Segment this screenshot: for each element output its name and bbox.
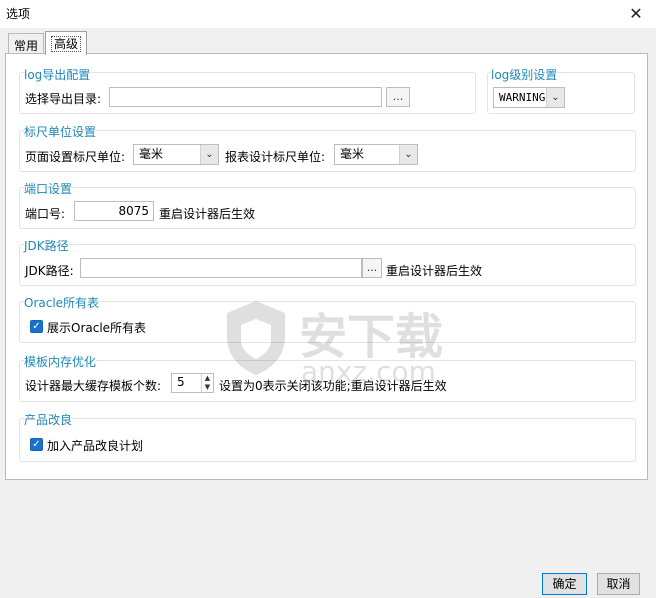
tab-common-label: 常用 xyxy=(14,39,39,53)
page-ruler-select[interactable]: 毫米 ⌄ xyxy=(133,144,219,165)
log-level-value: WARNING xyxy=(499,91,546,104)
export-dir-browse-button[interactable]: ... xyxy=(386,87,410,107)
cancel-button[interactable]: 取消 xyxy=(597,573,640,595)
log-export-title: log导出配置 xyxy=(24,66,91,83)
report-ruler-value: 毫米 xyxy=(340,147,365,161)
export-dir-input[interactable] xyxy=(109,87,382,107)
template-count-stepper[interactable]: 5 ▲ ▼ xyxy=(171,373,214,393)
close-icon[interactable]: ✕ xyxy=(626,4,646,24)
oracle-checkbox-label[interactable]: 展示Oracle所有表 xyxy=(47,319,146,336)
watermark: 安下载 anxz.com xyxy=(221,297,451,397)
spinner-arrows-icon[interactable]: ▲ ▼ xyxy=(201,374,213,392)
jdk-title: JDK路径 xyxy=(24,237,69,254)
oracle-title: Oracle所有表 xyxy=(24,294,100,311)
page-ruler-label: 页面设置标尺单位: xyxy=(25,150,126,164)
improvement-checkbox[interactable]: ✓ xyxy=(30,438,43,451)
jdk-hint: 重启设计器后生效 xyxy=(386,264,483,278)
chevron-down-icon: ⌄ xyxy=(200,145,218,164)
log-level-title: log级别设置 xyxy=(491,66,558,83)
chevron-down-icon: ⌄ xyxy=(399,145,417,164)
jdk-label: JDK路径: xyxy=(25,264,74,278)
page-ruler-value: 毫米 xyxy=(139,147,164,161)
watermark-sub: anxz.com xyxy=(301,355,436,388)
export-dir-label: 选择导出目录: xyxy=(25,92,102,106)
tab-common[interactable]: 常用 xyxy=(8,33,45,54)
template-memory-label: 设计器最大缓存模板个数: xyxy=(25,379,162,393)
tab-advanced[interactable]: 高级 xyxy=(45,31,88,55)
window-title: 选项 xyxy=(6,7,31,21)
watermark-shield-icon xyxy=(227,301,285,375)
improvement-title: 产品改良 xyxy=(24,411,73,428)
chevron-down-icon: ⌄ xyxy=(546,88,564,107)
improvement-checkbox-label[interactable]: 加入产品改良计划 xyxy=(47,437,143,454)
tab-advanced-label: 高级 xyxy=(51,36,82,52)
port-input[interactable]: 8075 xyxy=(74,201,154,221)
jdk-browse-button[interactable]: ... xyxy=(362,258,382,278)
port-title: 端口设置 xyxy=(24,180,73,197)
template-memory-title: 模板内存优化 xyxy=(24,353,97,370)
port-label: 端口号: xyxy=(25,207,66,221)
advanced-panel: 安下载 anxz.com log导出配置 选择导出目录: ... log级别设置… xyxy=(5,53,648,480)
ok-button[interactable]: 确定 xyxy=(542,573,587,595)
template-count-value: 5 xyxy=(177,375,185,389)
log-level-select[interactable]: WARNING ⌄ xyxy=(493,87,565,108)
report-ruler-label: 报表设计标尺单位: xyxy=(225,150,326,164)
jdk-path-input[interactable] xyxy=(80,258,362,278)
title-bar: 选项 ✕ xyxy=(0,0,656,28)
port-hint: 重启设计器后生效 xyxy=(159,207,256,221)
ruler-title: 标尺单位设置 xyxy=(24,123,97,140)
oracle-checkbox[interactable]: ✓ xyxy=(30,320,43,333)
report-ruler-select[interactable]: 毫米 ⌄ xyxy=(334,144,418,165)
